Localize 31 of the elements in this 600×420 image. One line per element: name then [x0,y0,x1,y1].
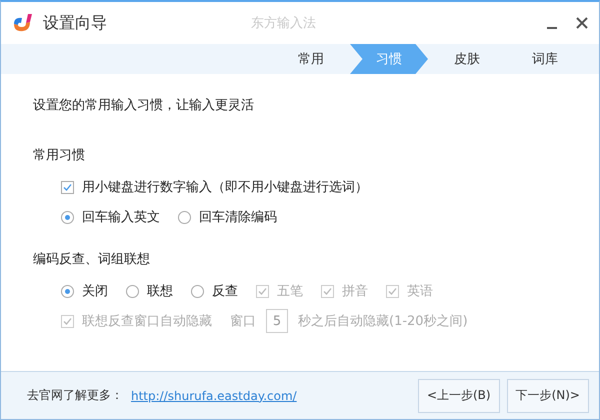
radio-button[interactable] [191,284,204,298]
radio-label: 回车输入英文 [82,209,160,226]
checkbox[interactable] [61,180,74,194]
checkbox-label: 英语 [407,283,433,300]
website-link[interactable]: http://shurufa.eastday.com/ [131,388,297,402]
option-label: 秒之后自动隐藏(1-20秒之间) [298,313,468,330]
checkbox-label: 用小键盘进行数字输入（即不用小键盘进行选词） [82,179,368,196]
checkbox-label: 拼音 [342,283,368,300]
radio-label: 反查 [212,283,238,300]
radio-button[interactable] [61,284,74,298]
radio-label: 回车清除编码 [199,209,277,226]
website-label: 去官网了解更多： [27,387,123,404]
radio-button[interactable] [178,210,191,224]
section-heading: 编码反查、词组联想 [33,251,151,268]
radio-label: 联想 [147,283,173,300]
step-button[interactable]: <上一步(B) [418,378,500,412]
option-label: 窗口 [230,313,256,330]
radio-label: 关闭 [82,283,108,300]
step-tab[interactable]: 皮肤 [428,44,506,74]
step-tab[interactable]: 词库 [506,44,584,74]
checkbox-label: 联想反查窗口自动隐藏 [82,313,212,330]
window-title: 设置向导 [43,12,107,34]
radio-button[interactable] [126,284,139,298]
section-heading: 常用习惯 [33,147,86,164]
logo-icon [11,12,33,34]
checkbox-label: 五笔 [277,283,303,300]
intro-text: 设置您的常用输入习惯，让输入更灵活 [33,97,255,114]
radio-button[interactable] [61,210,74,224]
step-tab[interactable]: 常用 [272,44,350,74]
step-button[interactable]: 下一步(N)> [506,378,589,412]
close-icon[interactable] [575,16,589,30]
